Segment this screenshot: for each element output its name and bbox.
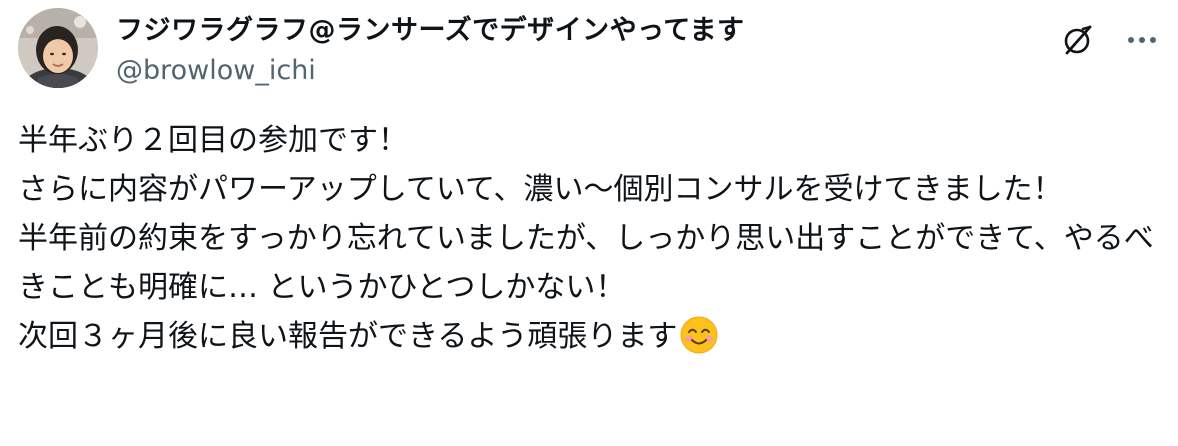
smiling-face-emoji-icon: [680, 316, 718, 354]
tweet-card: フジワラグラフ@ランサーズでデザインやってます @browlow_ichi 半年…: [0, 0, 1178, 446]
more-options-button[interactable]: [1126, 20, 1158, 60]
tweet-body: 半年ぶり２回目の参加です！ さらに内容がパワーアップしていて、濃い〜個別コンサル…: [18, 123, 1154, 354]
grok-button[interactable]: [1058, 20, 1098, 60]
tweet-header: フジワラグラフ@ランサーズでデザインやってます @browlow_ichi: [18, 8, 1158, 92]
grok-slash-icon: [1064, 25, 1092, 55]
more-dots-icon: [1128, 37, 1156, 43]
profile-photo-icon: [18, 8, 98, 88]
author-names: フジワラグラフ@ランサーズでデザインやってます @browlow_ichi: [116, 12, 1046, 88]
user-handle[interactable]: @browlow_ichi: [116, 54, 1046, 88]
tweet-actions: [1058, 20, 1158, 60]
tweet-text: 半年ぶり２回目の参加です！ さらに内容がパワーアップしていて、濃い〜個別コンサル…: [18, 116, 1163, 361]
avatar[interactable]: [18, 8, 98, 88]
display-name[interactable]: フジワラグラフ@ランサーズでデザインやってます: [116, 12, 1046, 50]
